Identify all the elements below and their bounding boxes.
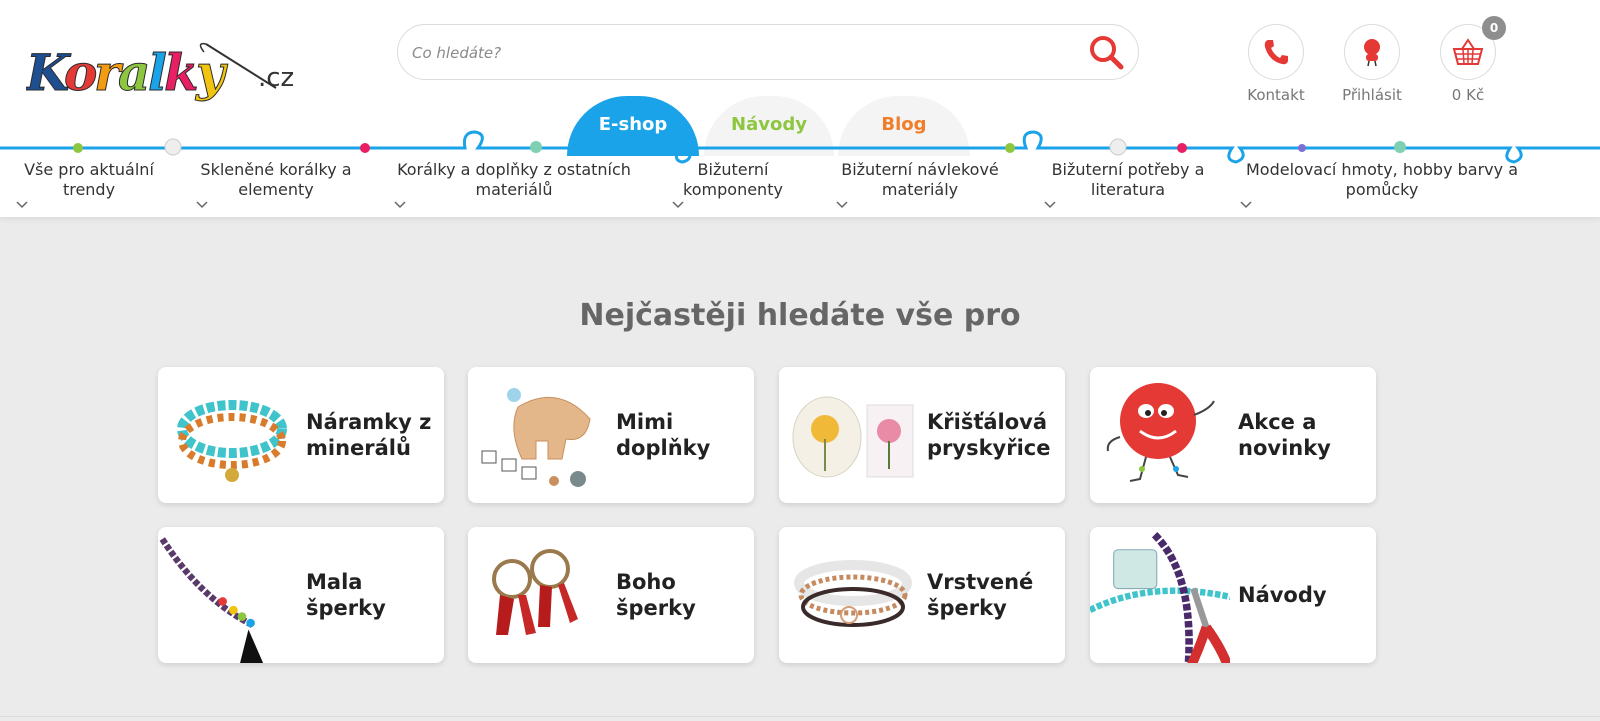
svg-text:a: a [118, 43, 150, 102]
tile-title: Vrstvené šperky [927, 527, 1061, 663]
category-item-navlekove[interactable]: Bižuterní návlekové materiály [836, 160, 1004, 210]
mascot-icon [1106, 383, 1215, 482]
bracelet-icon [177, 400, 287, 482]
category-label: trendy [62, 180, 116, 199]
category-label: elementy [238, 180, 314, 199]
tile-naramky[interactable]: Náramky z minerálů [158, 367, 444, 503]
tile-title-line: Mimi [616, 410, 674, 434]
tile-title-line: Křišťálová [927, 410, 1048, 434]
tile-title: Boho šperky [616, 527, 750, 663]
category-label: Vše pro aktuální [24, 160, 154, 179]
svg-text:o: o [64, 43, 97, 102]
contact-circle [1248, 24, 1304, 80]
category-item-trendy[interactable]: Vše pro aktuální trendy [16, 160, 162, 210]
category-item-komponenty[interactable]: Bižuterní komponenty [672, 160, 794, 210]
category-label: komponenty [683, 180, 783, 199]
tile-title: Akce a novinky [1238, 367, 1372, 503]
category-label: Skleněné korálky a [200, 160, 352, 179]
svg-text:y: y [195, 43, 228, 102]
phone-icon [1264, 40, 1288, 65]
chevron-down-icon [394, 201, 406, 209]
search-box [397, 24, 1139, 80]
tile-title: Náramky z minerálů [306, 367, 440, 503]
search-input[interactable] [412, 37, 1052, 69]
tile-title-line: Akce a [1238, 410, 1317, 434]
tile-title: Mala šperky [306, 527, 440, 663]
contact-button[interactable]: Kontakt [1228, 24, 1324, 106]
logo-image: K o r a l k y .cz [24, 43, 295, 103]
login-label: Přihlásit [1342, 86, 1402, 104]
chevron-down-icon [836, 201, 848, 209]
tile-title-line: Mala šperky [306, 570, 386, 620]
logo[interactable]: K o r a l k y .cz [24, 38, 306, 110]
resin-icon [792, 396, 914, 478]
tile-title-line: minerálů [306, 436, 411, 460]
category-nav: Vše pro aktuální trendy Skleněné korálky… [0, 160, 1600, 216]
layered-bracelet-icon [794, 560, 912, 627]
category-label: Korálky a doplňky z ostatních [397, 160, 631, 179]
section-title: Nejčastěji hledáte vše pro [579, 298, 1021, 333]
tile-title-line: šperky [616, 596, 696, 620]
tile-title-line: šperky [927, 596, 1007, 620]
login-circle [1344, 24, 1400, 80]
category-item-sklenene[interactable]: Skleněné korálky a elementy [196, 160, 356, 210]
tile-mimi[interactable]: Mimi doplňky [468, 367, 754, 503]
login-button[interactable]: Přihlásit [1324, 24, 1420, 106]
chevron-down-icon [1044, 201, 1056, 209]
tile-title-line: doplňky [616, 436, 711, 460]
site-header: K o r a l k y .cz Kontakt [0, 0, 1600, 217]
user-icon [1364, 39, 1380, 67]
search-icon [1090, 36, 1124, 70]
teether-icon [481, 388, 591, 487]
tile-title: Návody [1238, 527, 1372, 663]
chevron-down-icon [196, 201, 208, 209]
svg-text:k: k [164, 43, 199, 102]
category-label: pomůcky [1345, 180, 1419, 199]
cart-total-label: 0 Kč [1451, 86, 1485, 104]
tile-mala[interactable]: Mala šperky [158, 527, 444, 663]
pliers-icon [1090, 532, 1230, 663]
category-label: Bižuterní [697, 160, 769, 179]
tile-boho[interactable]: Boho šperky [468, 527, 754, 663]
divider [0, 716, 1600, 717]
earrings-icon [492, 549, 578, 635]
tile-title: Křišťálová pryskyřice [927, 367, 1061, 503]
tile-title-line: novinky [1238, 436, 1331, 460]
category-item-modelovaci[interactable]: Modelovací hmoty, hobby barvy a pomůcky [1240, 160, 1524, 210]
tile-title-line: Náramky z [306, 410, 432, 434]
tile-navody[interactable]: Návody [1090, 527, 1376, 663]
category-label: literatura [1090, 180, 1166, 199]
category-label: Modelovací hmoty, hobby barvy a [1245, 160, 1519, 179]
tile-akce[interactable]: Akce a novinky [1090, 367, 1376, 503]
basket-icon [1452, 38, 1484, 65]
tile-title-line: pryskyřice [927, 436, 1051, 460]
category-item-potreby[interactable]: Bižuterní potřeby a literatura [1044, 160, 1212, 210]
tile-title-line: Vrstvené [927, 570, 1034, 594]
chevron-down-icon [1240, 201, 1252, 209]
mala-icon [159, 537, 264, 663]
chevron-down-icon [16, 201, 28, 209]
category-item-ostatni[interactable]: Korálky a doplňky z ostatních materiálů [394, 160, 634, 210]
chevron-down-icon [672, 201, 684, 209]
category-label: Bižuterní potřeby a [1051, 160, 1205, 179]
category-label: Bižuterní návlekové [841, 160, 999, 179]
tile-title-line: Boho [616, 570, 676, 594]
category-label: materiálů [475, 180, 553, 199]
tile-vrstvene[interactable]: Vrstvené šperky [779, 527, 1065, 663]
tile-pryskyrice[interactable]: Křišťálová pryskyřice [779, 367, 1065, 503]
tile-title-line: Návody [1238, 583, 1327, 607]
cart-count-badge: 0 [1482, 16, 1506, 40]
contact-label: Kontakt [1247, 86, 1305, 104]
cart-button[interactable]: 0 0 Kč [1420, 16, 1516, 106]
search-button[interactable] [1086, 33, 1126, 73]
svg-text:.cz: .cz [258, 63, 294, 93]
category-label: materiály [881, 180, 959, 199]
tile-title: Mimi doplňky [616, 367, 750, 503]
